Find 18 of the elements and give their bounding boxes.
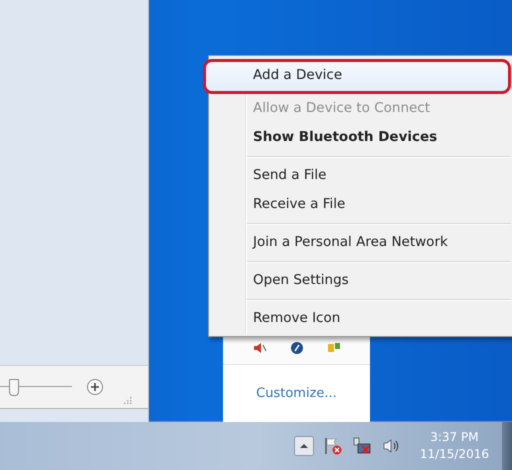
zoom-in-icon[interactable]: [86, 378, 104, 396]
menu-item[interactable]: Open Settings: [209, 266, 511, 295]
slider-thumb[interactable]: [9, 379, 20, 396]
menu-item[interactable]: Join a Personal Area Network: [209, 228, 511, 257]
network-icon[interactable]: [352, 436, 372, 456]
menu-item[interactable]: Show Bluetooth Devices: [209, 123, 511, 152]
customize-link[interactable]: Customize...: [256, 386, 337, 401]
menu-item[interactable]: Send a File: [209, 161, 511, 190]
resize-grip-icon[interactable]: [124, 396, 132, 404]
menu-item[interactable]: Add a Device: [203, 59, 511, 94]
show-hidden-icons-button[interactable]: [294, 436, 314, 456]
menu-item[interactable]: Remove Icon: [209, 304, 511, 333]
zoom-slider[interactable]: [0, 377, 72, 397]
clock-time: 3:37 PM: [430, 429, 479, 446]
clock-date: 11/15/2016: [420, 446, 489, 463]
speaker-icon[interactable]: [252, 340, 268, 356]
flag-icon[interactable]: [322, 436, 343, 456]
menu-item[interactable]: Receive a File: [209, 190, 511, 219]
